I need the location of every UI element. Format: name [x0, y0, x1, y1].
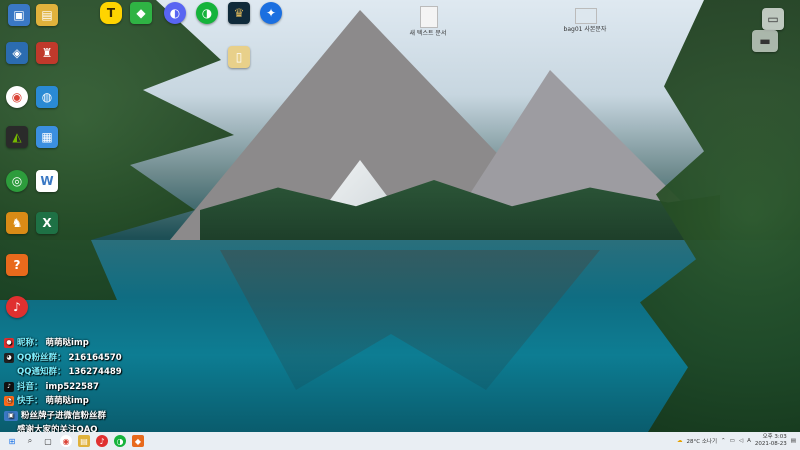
ime-icon[interactable]: A — [747, 438, 751, 444]
green-app-icon[interactable]: ◎ — [6, 170, 28, 192]
netease-music-icon[interactable]: ♪ — [6, 296, 28, 318]
notification-icon[interactable]: ▤ — [791, 438, 796, 444]
blank-icon-2 — [4, 425, 14, 432]
network-icon[interactable]: ◈ — [6, 42, 28, 64]
qq-notice-key: QQ通知群： — [17, 367, 66, 377]
blank-icon — [4, 367, 14, 377]
wechat-icon[interactable]: ◑ — [196, 2, 218, 24]
explorer-taskbar-icon[interactable]: ▤ — [78, 435, 90, 447]
browser-icon[interactable]: ◍ — [36, 86, 58, 108]
folder-icon[interactable]: ▤ — [36, 4, 58, 26]
qq-fans-key: QQ粉丝群： — [17, 352, 66, 363]
text-document-label[interactable]: 새 텍스트 문서 — [403, 28, 453, 37]
kakaotalk-icon[interactable]: T — [100, 2, 122, 24]
discord-icon[interactable]: ◐ — [164, 2, 186, 24]
league-icon[interactable]: ♛ — [228, 2, 250, 24]
help-app-icon[interactable]: ? — [6, 254, 28, 276]
program-icon[interactable]: ▬ — [752, 30, 778, 52]
qq-fans-value: 216164570 — [68, 352, 122, 363]
thanks-text: 感谢大家的关注QAQ — [17, 425, 98, 432]
thanks-row: 感谢大家的关注QAQ — [4, 423, 122, 432]
app-taskbar-icon[interactable]: ◆ — [132, 435, 144, 447]
qq-notice-row: QQ通知群： 136274489 — [4, 365, 122, 380]
fan-badge-row: ▣ 粉丝牌子进微信粉丝群 — [4, 409, 122, 424]
nickname-key: 昵称： — [17, 338, 43, 348]
recycle-bin-icon[interactable]: ▭ — [762, 8, 784, 30]
douyin-key: 抖音： — [17, 381, 43, 392]
task-view-icon[interactable]: ▢ — [42, 435, 54, 447]
search-icon[interactable]: ⌕ — [24, 435, 36, 447]
kuaishou-key: 快手： — [17, 396, 43, 406]
fan-badge-icon: ▣ — [4, 410, 18, 421]
system-tray: ☁ 28°C 소나기 ⌃ ▭ ◁ A 오후 3:03 2021-08-23 ▤ — [677, 432, 796, 450]
tray-arrow-icon[interactable]: ⌃ — [721, 438, 726, 444]
blue-app-icon[interactable]: ✦ — [260, 2, 282, 24]
chrome-icon[interactable]: ◉ — [6, 86, 28, 108]
desktop[interactable]: ▣ ▤ ◈ ♜ ◉ ◍ ◭ ▦ ◎ W ♞ X ? ♪ T ◆ ◐ ◑ ♛ ✦ … — [0, 0, 800, 432]
taskbar: ⊞ ⌕ ▢ ◉ ▤ ♪ ◑ ◆ ☁ 28°C 소나기 ⌃ ▭ ◁ A 오후 3:… — [0, 432, 800, 450]
douyin-icon: ♪ — [4, 381, 14, 392]
volume-icon[interactable]: ◁ — [739, 438, 743, 444]
qq-fans-row: ◕ QQ粉丝群： 216164570 — [4, 351, 122, 366]
game-launcher-icon[interactable]: ♞ — [6, 212, 28, 234]
qq-notice-value: 136274489 — [68, 367, 122, 377]
nickname-value: 萌萌哒imp — [45, 338, 89, 348]
fan-badge-text: 粉丝牌子进微信粉丝群 — [21, 410, 107, 421]
weather-icon[interactable]: ☁ — [677, 438, 683, 444]
clock[interactable]: 오후 3:03 2021-08-23 — [755, 434, 787, 448]
qq-icon: ◕ — [4, 352, 14, 363]
douyin-row: ♪ 抖音： imp522587 — [4, 380, 122, 395]
file-icon[interactable]: ▯ — [228, 46, 250, 68]
start-button-icon[interactable]: ⊞ — [6, 435, 18, 447]
kuaishou-icon: ◔ — [4, 396, 14, 407]
clock-time: 오후 3:03 — [762, 434, 787, 440]
streamer-info-overlay: ● 昵称： 萌萌哒imp ◕ QQ粉丝群： 216164570 QQ通知群： 1… — [4, 336, 122, 432]
green-top-icon[interactable]: ◆ — [130, 2, 152, 24]
image-file-icon[interactable] — [575, 8, 597, 24]
douyin-value: imp522587 — [45, 381, 99, 392]
network-tray-icon[interactable]: ▭ — [730, 438, 735, 444]
nvidia-icon[interactable]: ◭ — [6, 126, 28, 148]
word-app-icon[interactable]: W — [36, 170, 58, 192]
kuaishou-row: ◔ 快手： 萌萌哒imp — [4, 394, 122, 409]
wechat-taskbar-icon[interactable]: ◑ — [114, 435, 126, 447]
kuaishou-value: 萌萌哒imp — [45, 396, 89, 406]
text-document-icon[interactable] — [420, 6, 438, 28]
chrome-taskbar-icon[interactable]: ◉ — [60, 435, 72, 447]
weather-text[interactable]: 28°C 소나기 — [686, 437, 717, 445]
excel-icon[interactable]: X — [36, 212, 58, 234]
music-taskbar-icon[interactable]: ♪ — [96, 435, 108, 447]
game-icon[interactable]: ♜ — [36, 42, 58, 64]
computer-icon[interactable]: ▣ — [8, 4, 30, 26]
weibo-icon: ● — [4, 338, 14, 349]
settings-app-icon[interactable]: ▦ — [36, 126, 58, 148]
nickname-row: ● 昵称： 萌萌哒imp — [4, 336, 122, 351]
image-file-label[interactable]: bag01 사본문자 — [560, 24, 610, 33]
clock-date: 2021-08-23 — [754, 441, 787, 447]
